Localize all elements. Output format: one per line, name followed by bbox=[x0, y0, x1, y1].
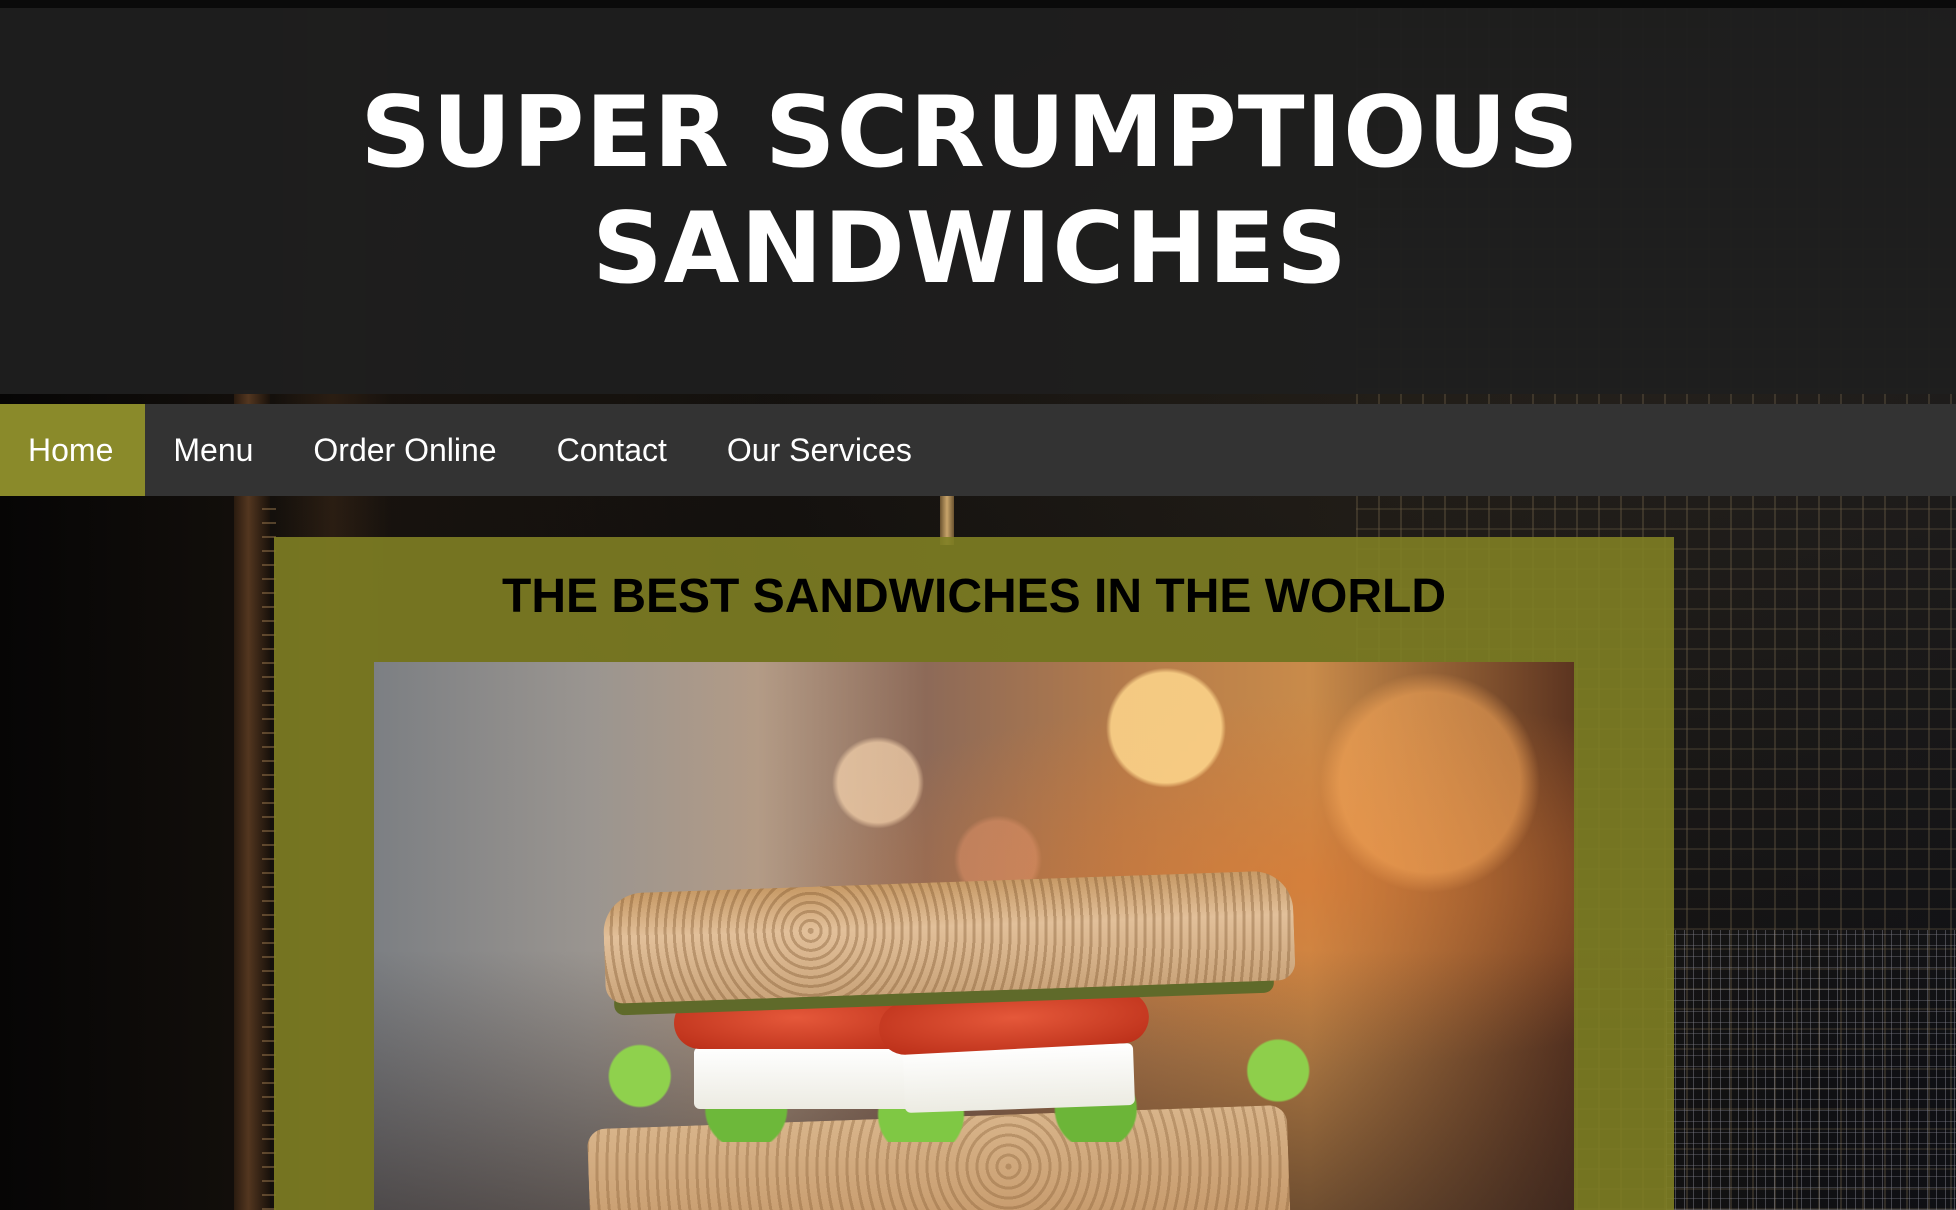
site-title: SUPER SCRUMPTIOUS SANDWICHES bbox=[360, 76, 1580, 306]
nav-item-order-online[interactable]: Order Online bbox=[285, 404, 528, 496]
page: SUPER SCRUMPTIOUS SANDWICHES Home Menu O… bbox=[0, 0, 1956, 1210]
nav-item-contact[interactable]: Contact bbox=[529, 404, 699, 496]
content-panel: THE BEST SANDWICHES IN THE WORLD bbox=[274, 537, 1674, 1210]
sandwich-photo bbox=[374, 662, 1574, 1210]
nav-item-menu[interactable]: Menu bbox=[145, 404, 285, 496]
background-wire-grid-lower bbox=[1666, 930, 1956, 1210]
sandwich-cheese bbox=[694, 1047, 924, 1109]
nav-item-home[interactable]: Home bbox=[0, 404, 146, 496]
top-strip bbox=[0, 0, 1956, 8]
content-heading: THE BEST SANDWICHES IN THE WORLD bbox=[502, 570, 1446, 623]
sandwich-cheese bbox=[902, 1043, 1136, 1113]
site-header: SUPER SCRUMPTIOUS SANDWICHES bbox=[0, 8, 1956, 394]
nav-item-our-services[interactable]: Our Services bbox=[699, 404, 944, 496]
main-nav: Home Menu Order Online Contact Our Servi… bbox=[0, 404, 1956, 496]
